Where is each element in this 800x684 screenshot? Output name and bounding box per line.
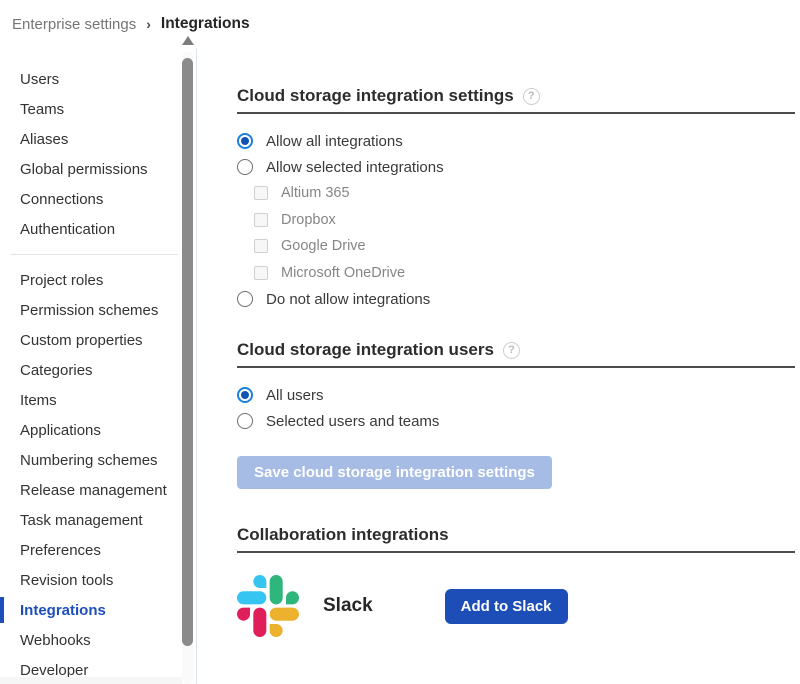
save-cloud-settings-button[interactable]: Save cloud storage integration settings bbox=[237, 456, 552, 489]
radio-allow-all-integrations[interactable]: Allow all integrations bbox=[237, 128, 795, 154]
cloud-users-header: Cloud storage integration users ? bbox=[237, 340, 795, 368]
collaboration-title: Collaboration integrations bbox=[237, 525, 449, 545]
sidebar-item-authentication[interactable]: Authentication bbox=[0, 214, 196, 244]
help-icon[interactable]: ? bbox=[523, 88, 540, 105]
checkbox-icon[interactable] bbox=[254, 186, 268, 200]
cloud-users-options: All users Selected users and teams bbox=[237, 382, 795, 434]
radio-allow-selected-integrations[interactable]: Allow selected integrations bbox=[237, 154, 795, 180]
sidebar-item-custom-properties[interactable]: Custom properties bbox=[0, 325, 196, 355]
cloud-users-title: Cloud storage integration users bbox=[237, 340, 494, 360]
sidebar-item-users[interactable]: Users bbox=[0, 64, 196, 94]
sidebar-item-preferences[interactable]: Preferences bbox=[0, 535, 196, 565]
cloud-settings-header: Cloud storage integration settings ? bbox=[237, 86, 795, 114]
sidebar-item-numbering-schemes[interactable]: Numbering schemes bbox=[0, 445, 196, 475]
checkbox-label: Microsoft OneDrive bbox=[281, 265, 405, 281]
sidebar-bottom-strip bbox=[0, 677, 182, 684]
radio-icon[interactable] bbox=[237, 159, 253, 175]
sidebar-item-task-management[interactable]: Task management bbox=[0, 505, 196, 535]
checkbox-icon[interactable] bbox=[254, 266, 268, 280]
breadcrumb-current: Integrations bbox=[161, 15, 250, 33]
sidebar-item-applications[interactable]: Applications bbox=[0, 415, 196, 445]
sidebar-item-permission-schemes[interactable]: Permission schemes bbox=[0, 295, 196, 325]
radio-label: All users bbox=[266, 387, 324, 404]
sidebar-item-global-permissions[interactable]: Global permissions bbox=[0, 154, 196, 184]
scrollbar-track[interactable] bbox=[182, 52, 193, 684]
checkbox-label: Dropbox bbox=[281, 212, 336, 228]
radio-all-users[interactable]: All users bbox=[237, 382, 795, 408]
checkbox-icon[interactable] bbox=[254, 239, 268, 253]
radio-label: Selected users and teams bbox=[266, 413, 439, 430]
radio-selected-users-and-teams[interactable]: Selected users and teams bbox=[237, 408, 795, 434]
checkbox-altium-365[interactable]: Altium 365 bbox=[254, 180, 795, 207]
sidebar-item-project-roles[interactable]: Project roles bbox=[0, 265, 196, 295]
breadcrumb-parent-link[interactable]: Enterprise settings bbox=[12, 16, 136, 33]
checkbox-icon[interactable] bbox=[254, 213, 268, 227]
cloud-settings-title: Cloud storage integration settings bbox=[237, 86, 514, 106]
checkbox-dropbox[interactable]: Dropbox bbox=[254, 207, 795, 234]
scrollbar-thumb[interactable] bbox=[182, 58, 193, 646]
sidebar-divider bbox=[10, 254, 178, 255]
radio-icon[interactable] bbox=[237, 387, 253, 403]
radio-do-not-allow-integrations[interactable]: Do not allow integrations bbox=[237, 286, 795, 312]
radio-label: Allow all integrations bbox=[266, 133, 403, 150]
slack-logo-icon bbox=[237, 575, 299, 637]
page-layout: Users Teams Aliases Global permissions C… bbox=[0, 48, 800, 684]
active-item-indicator bbox=[0, 597, 4, 623]
radio-icon[interactable] bbox=[237, 291, 253, 307]
sidebar-item-teams[interactable]: Teams bbox=[0, 94, 196, 124]
integration-name: Slack bbox=[323, 595, 373, 617]
checkbox-microsoft-onedrive[interactable]: Microsoft OneDrive bbox=[254, 260, 795, 287]
help-icon[interactable]: ? bbox=[503, 342, 520, 359]
sidebar-item-integrations[interactable]: Integrations bbox=[0, 595, 196, 625]
add-to-slack-button[interactable]: Add to Slack bbox=[445, 589, 568, 624]
checkbox-label: Google Drive bbox=[281, 238, 366, 254]
sidebar-item-items[interactable]: Items bbox=[0, 385, 196, 415]
sidebar-item-connections[interactable]: Connections bbox=[0, 184, 196, 214]
breadcrumb: Enterprise settings › Integrations bbox=[0, 0, 800, 48]
sidebar-item-revision-tools[interactable]: Revision tools bbox=[0, 565, 196, 595]
chevron-right-icon: › bbox=[146, 16, 151, 32]
sidebar-item-webhooks[interactable]: Webhooks bbox=[0, 625, 196, 655]
sidebar-item-aliases[interactable]: Aliases bbox=[0, 124, 196, 154]
sidebar-scrollbar bbox=[181, 36, 194, 684]
sidebar-item-categories[interactable]: Categories bbox=[0, 355, 196, 385]
sidebar-item-label: Integrations bbox=[20, 602, 106, 619]
cloud-users-section: Cloud storage integration users ? All us… bbox=[237, 340, 795, 434]
main-content: Cloud storage integration settings ? All… bbox=[197, 48, 800, 684]
checkbox-label: Altium 365 bbox=[281, 185, 350, 201]
collaboration-section: Collaboration integrations Slack Add to … bbox=[237, 525, 795, 637]
radio-label: Allow selected integrations bbox=[266, 159, 444, 176]
radio-label: Do not allow integrations bbox=[266, 291, 430, 308]
cloud-settings-options: Allow all integrations Allow selected in… bbox=[237, 128, 795, 312]
scroll-up-icon[interactable] bbox=[182, 36, 194, 45]
sidebar: Users Teams Aliases Global permissions C… bbox=[0, 48, 197, 684]
checkbox-google-drive[interactable]: Google Drive bbox=[254, 233, 795, 260]
radio-icon[interactable] bbox=[237, 133, 253, 149]
sidebar-item-release-management[interactable]: Release management bbox=[0, 475, 196, 505]
collaboration-header: Collaboration integrations bbox=[237, 525, 795, 553]
radio-icon[interactable] bbox=[237, 413, 253, 429]
slack-integration-row: Slack Add to Slack bbox=[237, 575, 795, 637]
